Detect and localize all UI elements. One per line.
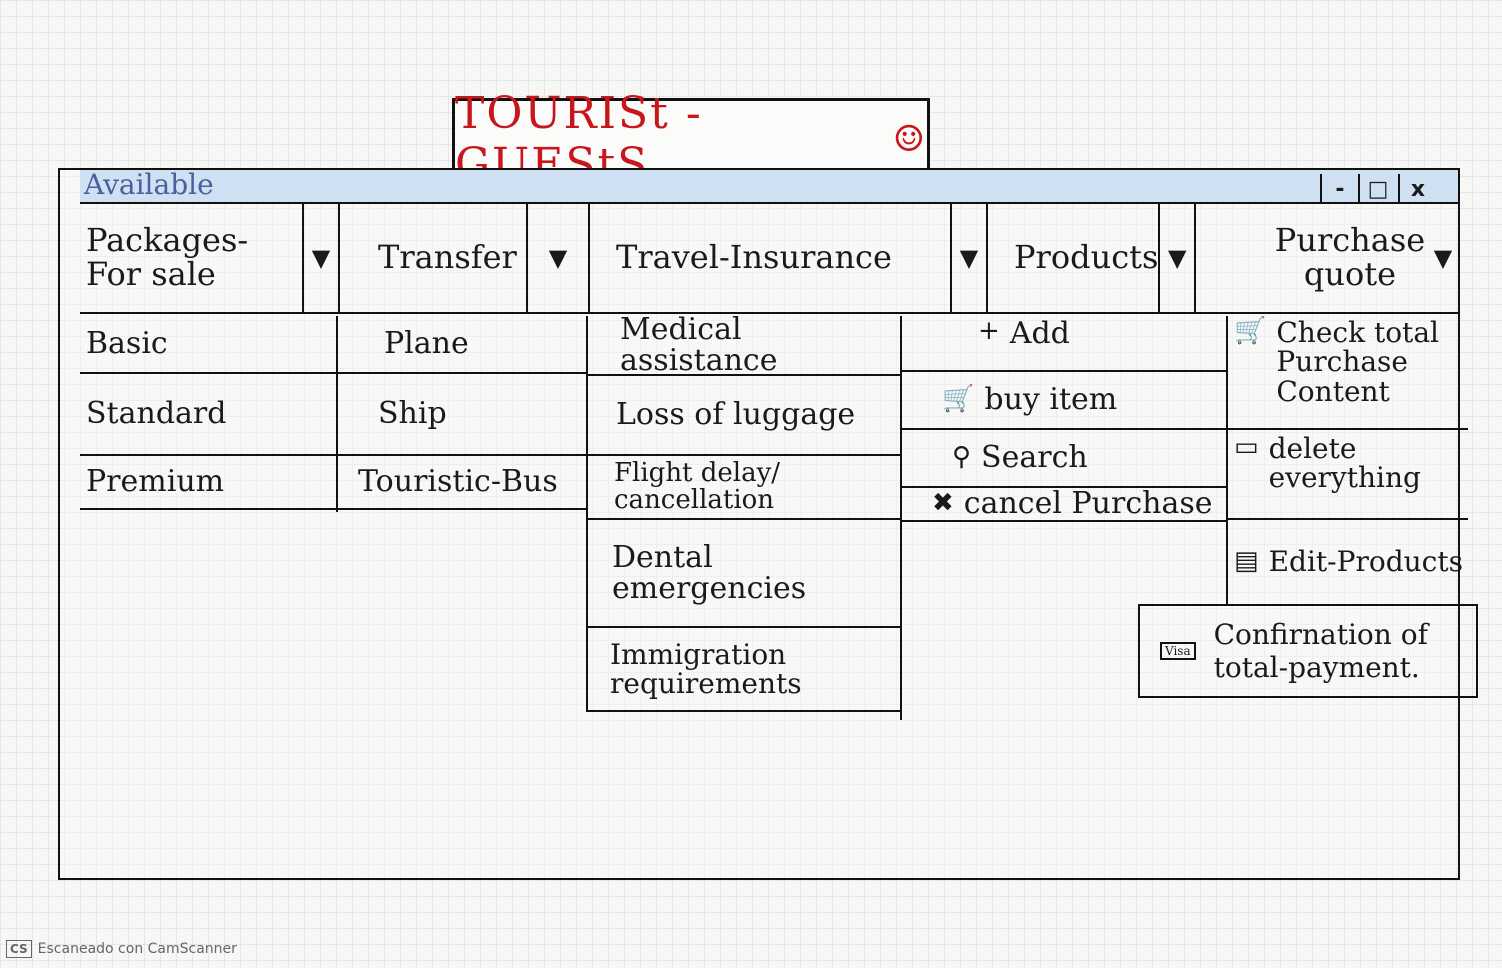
menu-item-touristic-bus[interactable]: Touristic-Bus: [338, 456, 588, 510]
trash-icon: ▭: [1234, 432, 1259, 462]
cart-icon: 🛒: [1234, 316, 1267, 346]
menu-item-buy-item[interactable]: 🛒 buy item: [902, 372, 1226, 430]
menu-item-check-total[interactable]: 🛒 Check total Purchase Content: [1228, 316, 1468, 430]
menu-item-cancel-purchase[interactable]: ✖ cancel Purchase: [902, 488, 1226, 522]
tab-products[interactable]: Products ▼: [986, 204, 1196, 312]
menu-item-label: Edit-Products: [1268, 545, 1463, 579]
tab-transfer[interactable]: Transfer ▼: [338, 204, 590, 312]
dropdown-arrow-icon[interactable]: ▼: [526, 204, 588, 312]
menu-item-standard[interactable]: Standard: [80, 374, 336, 456]
cancel-icon: ✖: [932, 488, 954, 519]
scanner-text: Escaneado con CamScanner: [37, 941, 237, 957]
window-title: Available: [84, 168, 214, 201]
tab-label: Packages-For sale: [86, 221, 249, 293]
tab-purchase-quote[interactable]: Purchase quote ▼: [1194, 204, 1460, 312]
menu-item-delete-everything[interactable]: ▭ delete everything: [1228, 430, 1468, 520]
menu-item-plane[interactable]: Plane: [338, 316, 588, 374]
tab-label: Products: [1014, 238, 1159, 277]
menu-item-medical-assistance[interactable]: Medical assistance: [588, 313, 900, 376]
tab-packages[interactable]: Packages-For sale ▼: [80, 204, 340, 312]
menu-item-dental-emergencies[interactable]: Dental emergencies: [588, 520, 900, 628]
plus-icon: +: [978, 316, 1000, 346]
menu-item-search[interactable]: ⚲ Search: [902, 430, 1226, 488]
smiley-icon: ☺: [892, 118, 927, 160]
menu-bar: Packages-For sale ▼ Transfer ▼ Travel-In…: [80, 204, 1460, 314]
tab-travel-insurance[interactable]: Travel-Insurance ▼: [588, 204, 988, 312]
dropdown-arrow-icon[interactable]: ▼: [950, 204, 986, 312]
menu-item-label: buy item: [984, 382, 1118, 418]
search-icon: ⚲: [952, 442, 972, 473]
menu-item-add[interactable]: + Add: [902, 316, 1226, 372]
close-button[interactable]: x: [1398, 174, 1436, 204]
confirm-payment-label: Confirnation of total-payment.: [1213, 618, 1428, 684]
scanner-watermark: CS Escaneado con CamScanner: [6, 940, 237, 958]
window-titlebar: [80, 170, 1458, 204]
tab-label: Purchase quote: [1274, 221, 1426, 293]
tab-label: Travel-Insurance: [616, 238, 892, 277]
tab-label: Transfer: [378, 238, 517, 277]
menu-item-loss-of-luggage[interactable]: Loss of luggage: [588, 376, 900, 456]
dropdown-arrow-icon[interactable]: ▼: [1158, 204, 1194, 312]
menu-item-label: Check total Purchase Content: [1276, 316, 1439, 408]
card-icon: Visa: [1160, 642, 1196, 660]
menu-item-label: delete everything: [1268, 432, 1421, 495]
menu-item-immigration-requirements[interactable]: Immigration requirements: [586, 628, 902, 712]
menu-item-label: Search: [981, 440, 1088, 476]
menu-item-label: cancel Purchase: [963, 486, 1213, 522]
maximize-button[interactable]: □: [1358, 174, 1396, 204]
dropdown-arrow-icon[interactable]: ▼: [1426, 204, 1460, 312]
menu-item-label: Add: [1009, 316, 1070, 351]
edit-icon: ▤: [1234, 546, 1259, 577]
confirm-payment-button[interactable]: Visa Confirnation of total-payment.: [1138, 604, 1478, 698]
menu-item-basic[interactable]: Basic: [80, 316, 336, 374]
menu-item-flight-delay[interactable]: Flight delay/ cancellation: [588, 456, 900, 520]
menu-item-ship[interactable]: Ship: [338, 374, 588, 456]
minimize-button[interactable]: -: [1320, 174, 1358, 204]
dropdown-arrow-icon[interactable]: ▼: [302, 204, 338, 312]
menu-item-premium[interactable]: Premium: [80, 456, 336, 510]
menu-item-edit-products[interactable]: ▤ Edit-Products: [1228, 520, 1474, 606]
camscanner-logo-icon: CS: [6, 940, 32, 958]
cart-icon: 🛒: [942, 384, 975, 415]
